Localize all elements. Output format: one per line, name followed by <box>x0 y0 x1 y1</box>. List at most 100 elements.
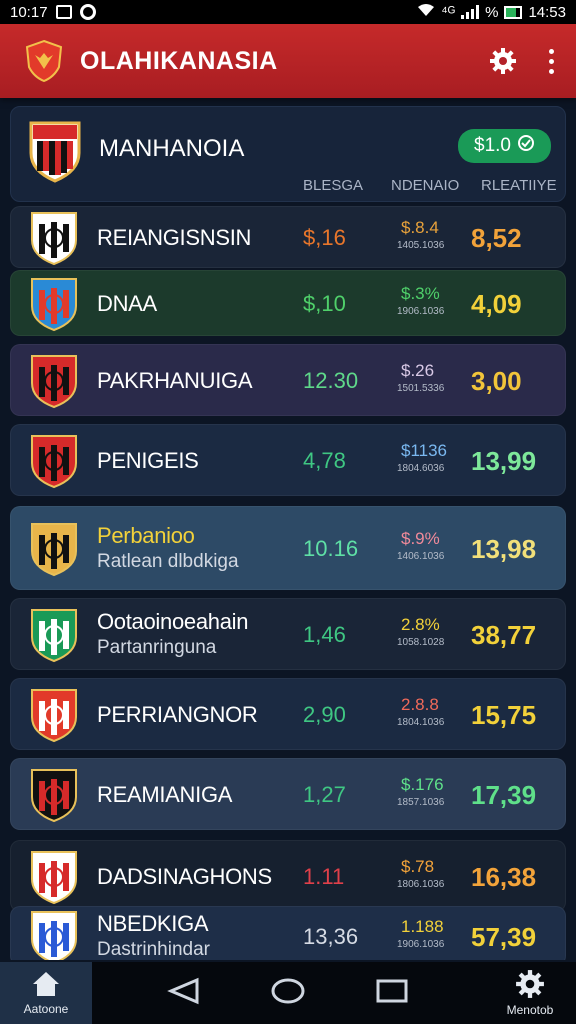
col1-value: 1.11 <box>303 864 345 889</box>
table-row[interactable]: DNAA $,10 $.3% 1906.1036 4,09 <box>10 270 566 336</box>
team-subtitle: Dastrinhindar <box>97 939 210 960</box>
team-crest-icon <box>27 119 83 183</box>
team-name: REIANGISNSIN <box>97 225 252 250</box>
col2-value: $.78 <box>401 857 435 876</box>
balance-value: $1.0 <box>474 135 511 156</box>
column-header[interactable]: NDENAIO <box>391 177 459 194</box>
col1-value: 10.16 <box>303 536 359 561</box>
back-triangle-icon[interactable] <box>167 977 201 1010</box>
recents-square-icon[interactable] <box>375 977 409 1010</box>
col2-subvalue: 1857.1036 <box>397 797 445 808</box>
table-row[interactable]: REIANGISNSIN $,16 $.8.4 1405.1036 8,52 <box>10 206 566 268</box>
status-clock: 14:53 <box>528 3 566 21</box>
header-card[interactable]: MANHANOIA $1.0 BLESGA NDENAIO RLEATIIYE <box>10 106 566 202</box>
col1-value: 1,46 <box>303 622 346 647</box>
col2-value: $.176 <box>401 775 444 794</box>
app-bar: OLAHIKANASIA <box>0 24 576 98</box>
col2-subvalue: 1501.5336 <box>397 383 445 394</box>
nav-menu-label: Menotob <box>506 1003 554 1017</box>
col2-subvalue: 1405.1036 <box>397 240 445 251</box>
team-crest-icon <box>29 210 79 266</box>
table-row[interactable]: PAKRHANUIGA 12.30 $.26 1501.5336 3,00 <box>10 344 566 416</box>
nav-home-label: Aatoone <box>23 1002 69 1016</box>
home-icon <box>33 972 59 996</box>
col3-value: 17,39 <box>471 780 537 810</box>
col2-value: $1136 <box>401 441 448 460</box>
standings-list: MANHANOIA $1.0 BLESGA NDENAIO RLEATIIYE … <box>10 106 566 960</box>
col3-value: 57,39 <box>471 922 537 952</box>
team-crest-icon <box>29 687 79 743</box>
col2-subvalue: 1406.1036 <box>397 551 445 562</box>
col3-value: 16,38 <box>471 862 537 892</box>
team-name: DADSINAGHONS <box>97 864 272 889</box>
nav-menu-tab[interactable]: Menotob <box>484 969 576 1017</box>
team-crest-icon <box>29 276 79 332</box>
gear-icon[interactable] <box>488 46 518 76</box>
team-crest-icon <box>29 607 79 663</box>
app-title: OLAHIKANASIA <box>80 46 278 75</box>
battery-label: % <box>485 3 499 21</box>
team-name: Ootaoinoeahain <box>97 609 249 634</box>
col3-value: 8,52 <box>471 223 522 253</box>
col1-value: 4,78 <box>303 448 346 473</box>
col2-subvalue: 1906.1036 <box>397 306 445 317</box>
col3-value: 13,98 <box>471 534 537 564</box>
home-circle-icon[interactable] <box>271 977 305 1010</box>
team-name: DNAA <box>97 291 157 316</box>
col2-subvalue: 1806.1036 <box>397 879 445 890</box>
col1-value: 2,90 <box>303 702 346 727</box>
team-crest-icon <box>29 433 79 489</box>
col1-value: 12.30 <box>303 368 359 393</box>
col2-value: 2.8% <box>401 615 440 634</box>
col1-value: 13,36 <box>303 924 359 949</box>
nav-home-tab[interactable]: Aatoone <box>0 962 92 1024</box>
col3-value: 13,99 <box>471 446 537 476</box>
table-row[interactable]: DADSINAGHONS 1.11 $.78 1806.1036 16,38 <box>10 840 566 912</box>
status-time: 10:17 <box>10 3 48 21</box>
table-row[interactable]: PERRIANGNOR 2,90 2.8.8 1804.1036 15,75 <box>10 678 566 750</box>
col1-value: 1,27 <box>303 782 346 807</box>
column-header[interactable]: RLEATIIYE <box>481 177 557 194</box>
col3-value: 15,75 <box>471 700 537 730</box>
col1-value: $,16 <box>303 225 346 250</box>
team-crest-icon <box>29 767 79 823</box>
col2-value: $.8.4 <box>401 218 439 237</box>
balance-pill[interactable]: $1.0 <box>458 129 551 163</box>
team-name: REAMIANIGA <box>97 782 233 807</box>
col2-value: 1.188 <box>401 917 444 936</box>
column-header[interactable]: BLESGA <box>303 177 363 194</box>
table-row[interactable]: Partanringuna Ootaoinoeahain 1,46 2.8% 1058.… <box>10 598 566 670</box>
team-crest-icon <box>29 353 79 409</box>
header-title: MANHANOIA <box>99 135 245 162</box>
navigation-bar: Aatoone Menotob <box>0 962 576 1024</box>
gear-icon <box>516 970 544 998</box>
wifi-icon <box>417 3 435 21</box>
signal-icon <box>461 5 480 19</box>
col2-subvalue: 1058.1028 <box>397 637 445 648</box>
battery-icon <box>504 5 523 19</box>
col1-value: $,10 <box>303 291 346 316</box>
col2-value: $.3% <box>401 284 440 303</box>
table-row[interactable]: REAMIANIGA 1,27 $.176 1857.1036 17,39 <box>10 758 566 830</box>
col2-subvalue: 1906.1036 <box>397 939 445 950</box>
col2-value: 2.8.8 <box>401 695 439 714</box>
team-name: PERRIANGNOR <box>97 702 258 727</box>
table-row[interactable]: Dastrinhindar NBEDKIGA 13,36 1.188 1906.1036… <box>10 906 566 960</box>
team-crest-icon <box>29 521 79 577</box>
table-row[interactable]: Ratlean dlbdkiga Perbanioo 10.16 $.9% 1406.1… <box>10 506 566 590</box>
col2-subvalue: 1804.1036 <box>397 717 445 728</box>
team-crest-icon <box>29 849 79 905</box>
network-type-label: ⁴ᴳ <box>441 3 456 21</box>
team-name: PENIGEIS <box>97 448 199 473</box>
notification-icon <box>55 5 72 19</box>
check-circle-icon <box>517 134 535 158</box>
team-crest-icon[interactable] <box>22 39 66 83</box>
team-name: Perbanioo <box>97 523 195 548</box>
team-crest-icon <box>29 909 79 960</box>
col3-value: 3,00 <box>471 366 522 396</box>
col2-value: $.9% <box>401 529 440 548</box>
team-name: NBEDKIGA <box>97 911 209 936</box>
more-vert-icon[interactable] <box>548 48 554 74</box>
table-row[interactable]: PENIGEIS 4,78 $1136 1804.6036 13,99 <box>10 424 566 496</box>
col2-subvalue: 1804.6036 <box>397 463 445 474</box>
